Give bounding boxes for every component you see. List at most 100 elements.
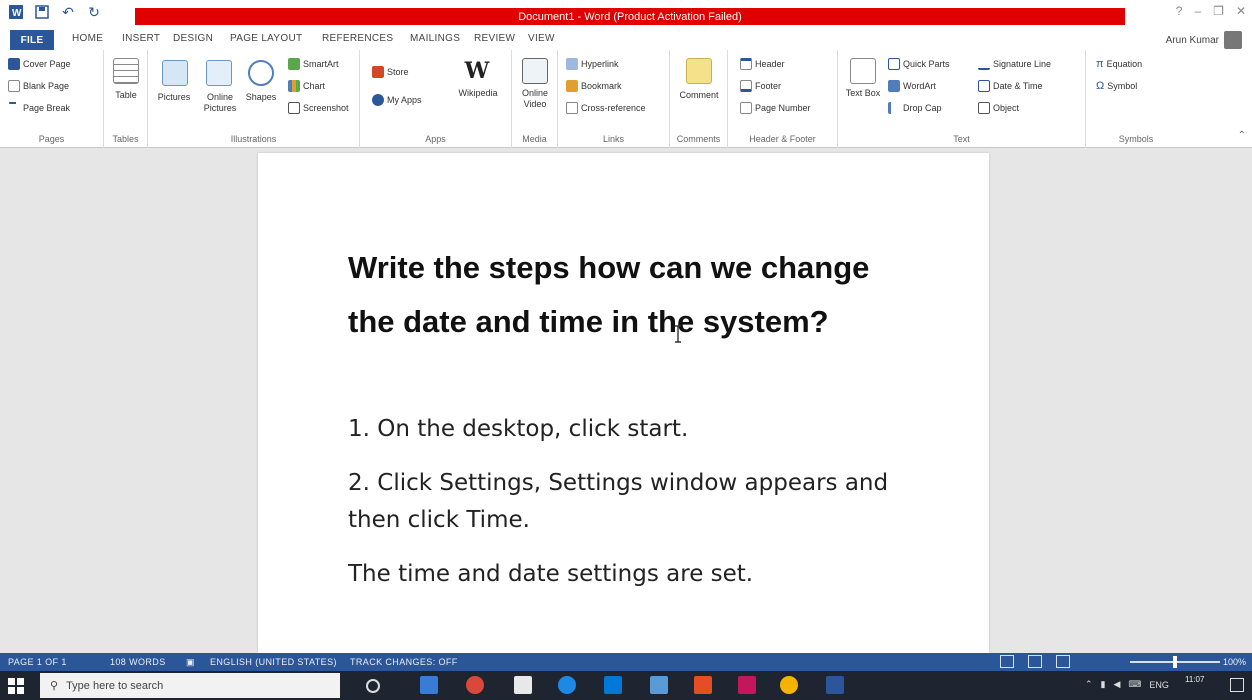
tab-design[interactable]: DESIGN (173, 33, 213, 44)
media-group-label: Media (522, 134, 547, 144)
action-center-icon[interactable] (1230, 678, 1244, 692)
tab-mailings[interactable]: MAILINGS (410, 33, 460, 44)
table-icon[interactable] (113, 58, 139, 84)
proofing-icon[interactable]: ▣ (186, 657, 195, 668)
bookmark-button[interactable]: Bookmark (566, 80, 622, 92)
cross-reference-button[interactable]: Cross-reference (566, 102, 646, 114)
hyperlink-icon (566, 58, 578, 70)
language-indicator[interactable]: ENG (1149, 680, 1169, 690)
print-layout-icon[interactable] (1028, 655, 1042, 668)
restore-button[interactable]: ❐ (1213, 4, 1224, 18)
network-icon[interactable]: ▮ (1101, 679, 1106, 690)
word-count[interactable]: 108 WORDS (110, 657, 166, 667)
indesign-icon[interactable] (738, 676, 756, 694)
task-view-icon[interactable] (420, 676, 438, 694)
step-two: 2. Click Settings, Settings window appea… (348, 470, 889, 533)
header-button[interactable]: Header (740, 58, 785, 70)
online-pictures-button-label[interactable]: Online Pictures (194, 92, 246, 114)
tab-references[interactable]: REFERENCES (322, 33, 393, 44)
signature-line-button[interactable]: Signature Line (978, 58, 1051, 70)
wordart-button[interactable]: WordArt (888, 80, 936, 92)
tab-home[interactable]: HOME (72, 33, 103, 44)
word-app-icon[interactable]: W (8, 4, 24, 20)
redo-icon[interactable]: ↻ (86, 4, 102, 20)
track-changes-status[interactable]: TRACK CHANGES: OFF (350, 657, 458, 667)
footer-button[interactable]: Footer (740, 80, 781, 92)
page-count[interactable]: PAGE 1 OF 1 (8, 657, 67, 667)
text-box-icon[interactable] (850, 58, 876, 84)
online-video-button-label[interactable]: Online Video (514, 88, 556, 110)
page-break-button[interactable]: Page Break (8, 102, 70, 114)
collapse-ribbon-icon[interactable]: ⌃ (1238, 130, 1246, 141)
save-icon[interactable] (34, 4, 50, 20)
my-apps-button[interactable]: My Apps (372, 94, 422, 106)
keyboard-icon[interactable]: ⌨ (1128, 679, 1141, 690)
tab-insert[interactable]: INSERT (122, 33, 160, 44)
windows-start-icon[interactable] (8, 678, 24, 694)
store-button[interactable]: Store (372, 66, 409, 78)
pictures-button-label[interactable]: Pictures (152, 92, 196, 103)
zoom-level[interactable]: 100% (1223, 657, 1246, 667)
cortana-icon[interactable] (366, 679, 380, 693)
clock[interactable]: 11:07 (1185, 675, 1204, 685)
user-account[interactable]: Arun Kumar (1166, 31, 1242, 49)
wikipedia-button-label[interactable]: Wikipedia (448, 88, 508, 99)
document-page[interactable]: Write the steps how can we change the da… (258, 153, 989, 653)
date-time-button[interactable]: Date & Time (978, 80, 1043, 92)
media-player-icon[interactable] (650, 676, 668, 694)
zoom-slider-knob[interactable] (1173, 656, 1177, 668)
object-button[interactable]: Object (978, 102, 1019, 114)
tab-view[interactable]: VIEW (528, 33, 555, 44)
smartart-button[interactable]: SmartArt (288, 58, 339, 70)
window-controls: ? – ❐ ✕ (1176, 4, 1246, 18)
read-mode-icon[interactable] (1000, 655, 1014, 668)
help-button[interactable]: ? (1176, 4, 1183, 18)
screenshot-button[interactable]: Screenshot (288, 102, 349, 114)
taskbar-search[interactable]: ⚲ Type here to search (40, 673, 340, 698)
tab-file[interactable]: FILE (10, 30, 54, 50)
mail-icon[interactable] (604, 676, 622, 694)
store-taskbar-icon[interactable] (514, 676, 532, 694)
cover-page-button[interactable]: Cover Page (8, 58, 71, 70)
symbols-group: π Equation Ω Symbol Symbols (1086, 50, 1186, 148)
hyperlink-button[interactable]: Hyperlink (566, 58, 619, 70)
html5-icon[interactable] (694, 676, 712, 694)
text-box-button-label[interactable]: Text Box (842, 88, 884, 99)
pi-icon: π (1096, 58, 1104, 70)
blank-page-button[interactable]: Blank Page (8, 80, 69, 92)
undo-icon[interactable]: ↶ (60, 4, 76, 20)
online-video-icon[interactable] (522, 58, 548, 84)
my-apps-icon (372, 94, 384, 106)
settings-gear-icon[interactable] (780, 676, 798, 694)
page-number-button[interactable]: Page Number (740, 102, 811, 114)
quick-parts-button[interactable]: Quick Parts (888, 58, 950, 70)
chart-button[interactable]: Chart (288, 80, 325, 92)
omega-icon: Ω (1096, 80, 1105, 92)
tray-chevron-icon[interactable]: ⌃ (1085, 679, 1093, 690)
volume-icon[interactable]: ◀ (1114, 679, 1121, 690)
symbol-button[interactable]: Ω Symbol (1096, 80, 1137, 92)
equation-button[interactable]: π Equation (1096, 58, 1142, 70)
document-area[interactable]: Write the steps how can we change the da… (0, 149, 1252, 653)
shapes-button-label[interactable]: Shapes (240, 92, 282, 103)
web-layout-icon[interactable] (1056, 655, 1070, 668)
drop-cap-button[interactable]: Drop Cap (888, 102, 942, 114)
comment-button-label[interactable]: Comment (672, 90, 726, 101)
table-button-label[interactable]: Table (104, 90, 148, 101)
comment-icon[interactable] (686, 58, 712, 84)
wikipedia-icon[interactable]: W (464, 58, 490, 84)
minimize-button[interactable]: – (1194, 4, 1201, 18)
cross-reference-icon (566, 102, 578, 114)
close-button[interactable]: ✕ (1236, 4, 1246, 18)
online-pictures-icon[interactable] (206, 60, 232, 86)
word-taskbar-icon[interactable] (826, 676, 844, 694)
tab-review[interactable]: REVIEW (474, 33, 515, 44)
illustrations-group: Pictures Online Pictures Shapes SmartArt… (148, 50, 360, 148)
tab-page-layout[interactable]: PAGE LAYOUT (230, 33, 302, 44)
shapes-icon[interactable] (248, 60, 274, 86)
edge-icon[interactable] (558, 676, 576, 694)
pictures-icon[interactable] (162, 60, 188, 86)
window-title: Document1 - Word (Product Activation Fai… (135, 8, 1125, 25)
chrome-icon[interactable] (466, 676, 484, 694)
language-status[interactable]: ENGLISH (UNITED STATES) (210, 657, 337, 667)
